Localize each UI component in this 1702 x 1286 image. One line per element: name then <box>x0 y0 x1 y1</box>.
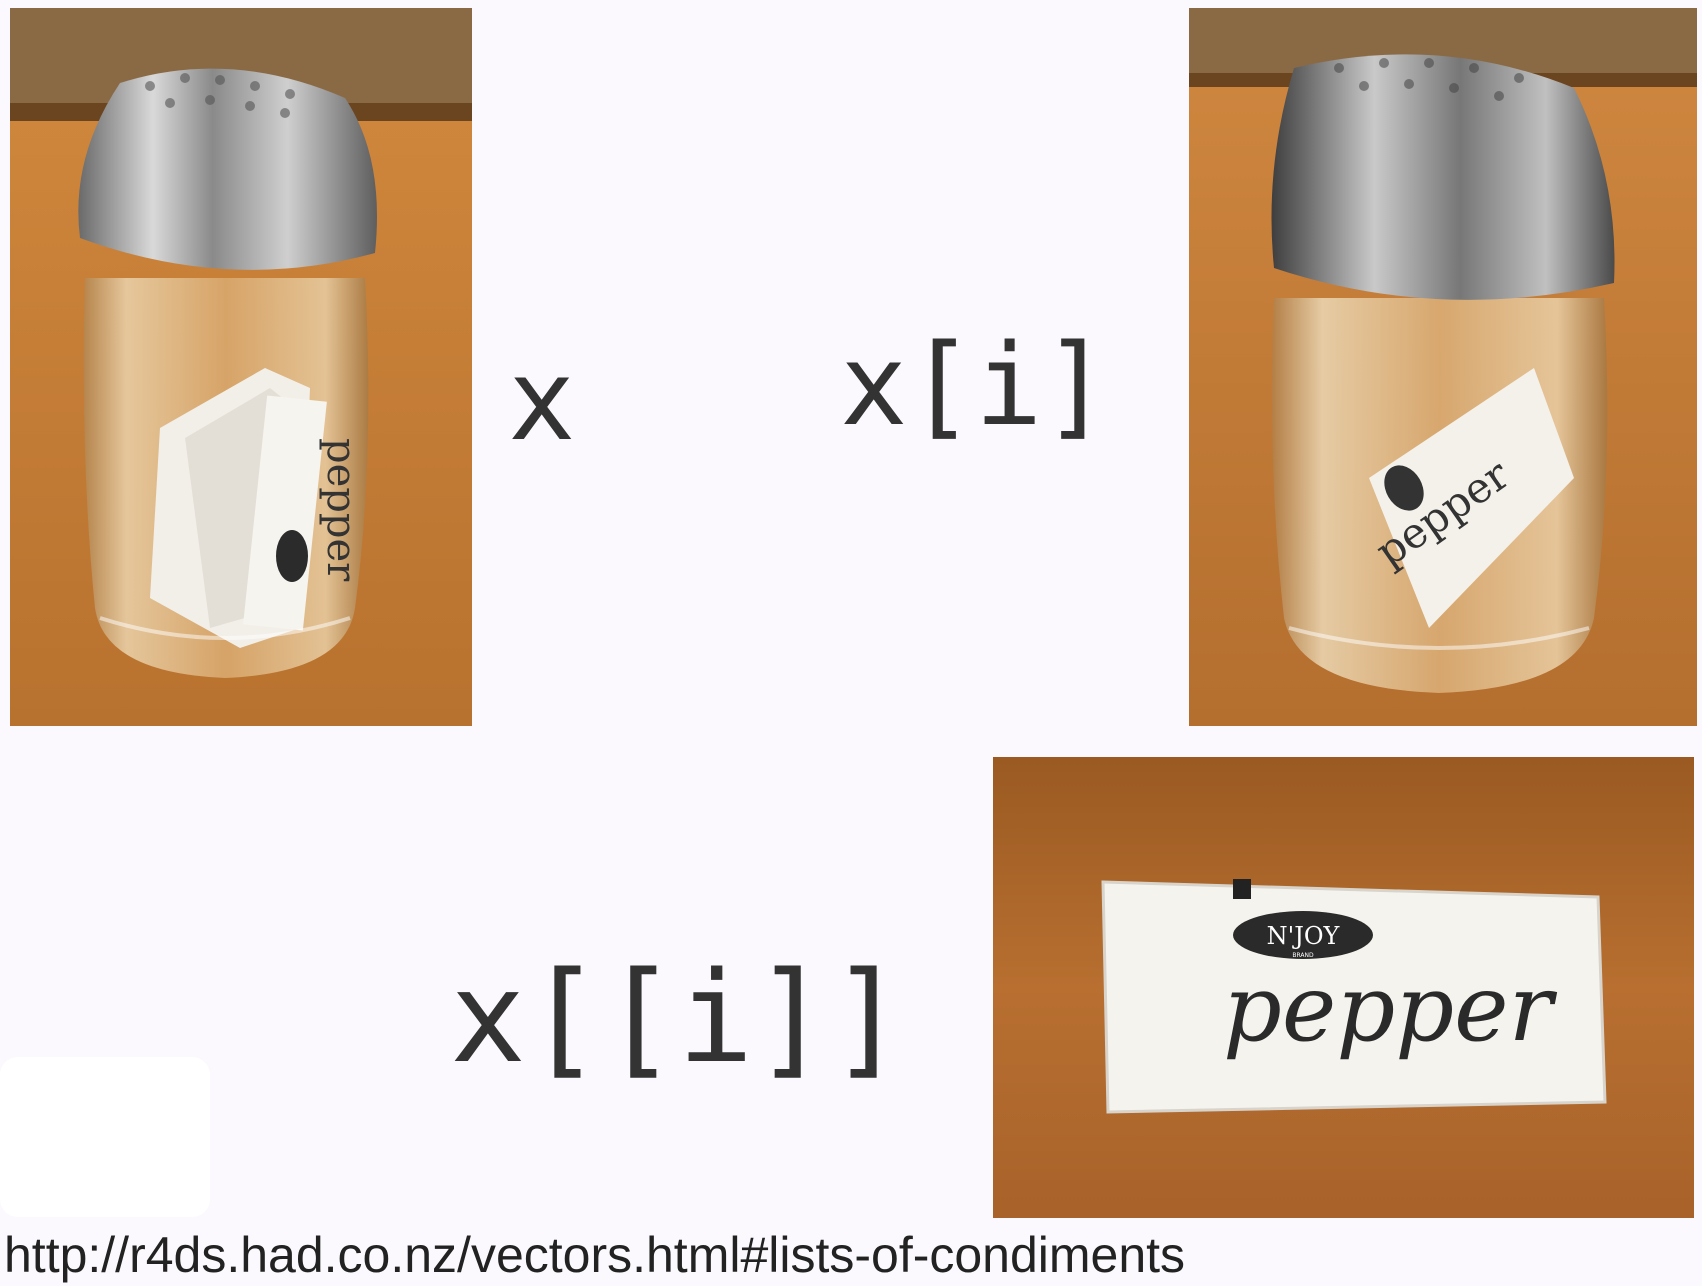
label-x: x <box>508 336 576 466</box>
source-url[interactable]: http://r4ds.had.co.nz/vectors.html#lists… <box>4 1228 1185 1283</box>
blank-card <box>0 1057 210 1217</box>
photo-shaker-with-packets: pepper <box>10 8 472 726</box>
packet-label-1: pepper <box>318 438 364 582</box>
packet-label-3: pepper <box>1223 955 1558 1062</box>
label-x-double-bracket: x[[i]] <box>450 944 906 1091</box>
brand-name: N'JOY <box>1267 922 1341 950</box>
photo-pepper-packet: N'JOY BRAND pepper <box>993 757 1694 1218</box>
njoy-brand-logo: N'JOY BRAND <box>1233 911 1373 959</box>
photo-shaker-with-one-packet: pepper <box>1189 8 1697 726</box>
packet-brand-logo-1 <box>276 530 308 582</box>
label-x-single-bracket: x[i] <box>840 321 1110 451</box>
